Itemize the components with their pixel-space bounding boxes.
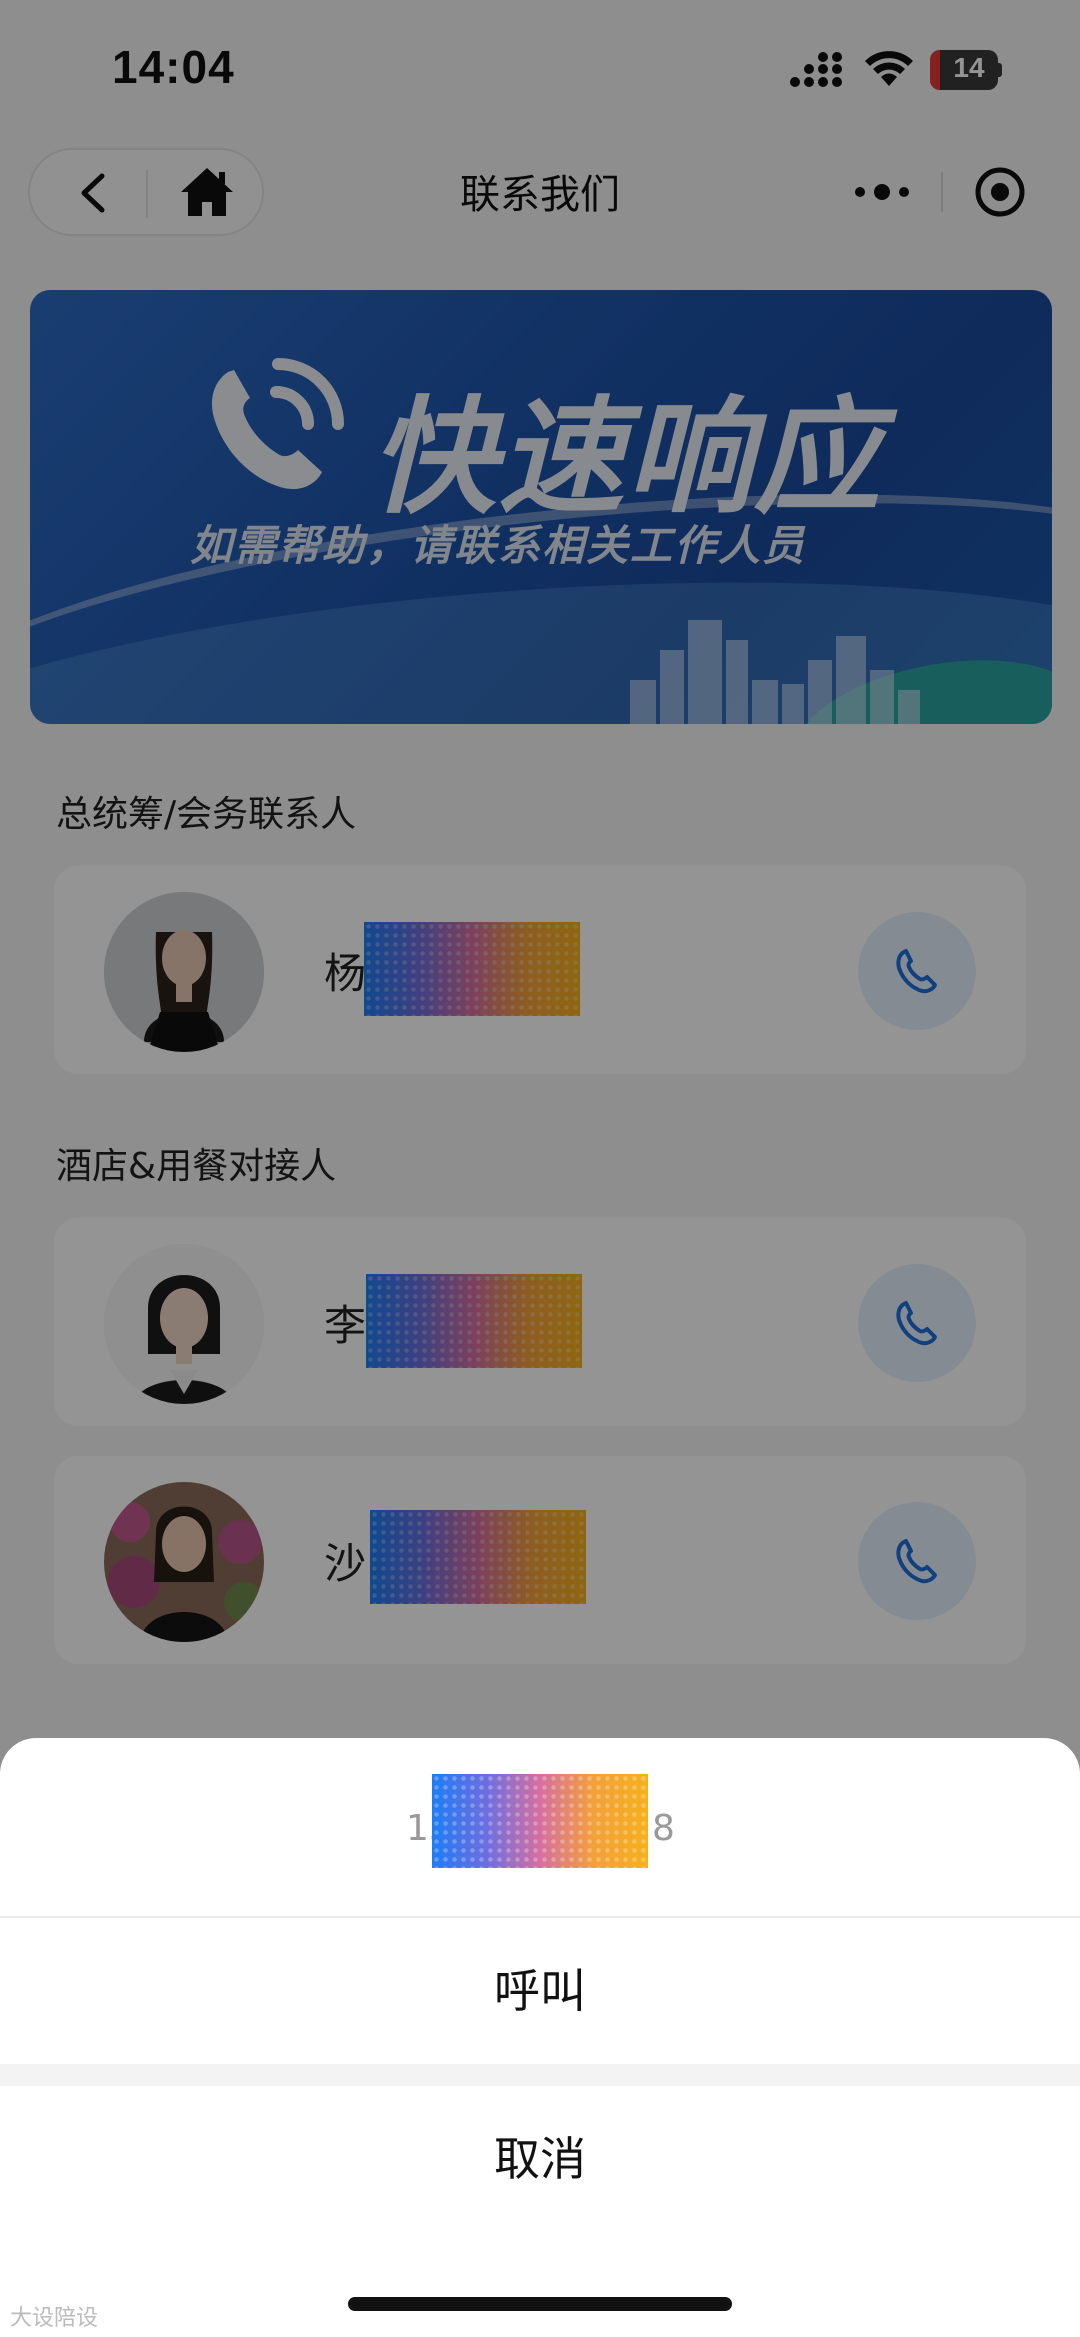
watermark: 大设陪设 — [10, 2306, 99, 2331]
home-indicator[interactable] — [348, 2297, 732, 2311]
action-sheet: 13 8 呼叫 取消 — [0, 1738, 1080, 2337]
phone-number-row: 13 8 — [0, 1738, 1080, 1918]
redacted-phone-number — [432, 1774, 648, 1868]
sheet-divider — [0, 2064, 1080, 2086]
call-action-button[interactable]: 呼叫 — [0, 1918, 1080, 2064]
cancel-button[interactable]: 取消 — [0, 2086, 1080, 2232]
phone-number-suffix: 8 — [652, 1808, 675, 1849]
